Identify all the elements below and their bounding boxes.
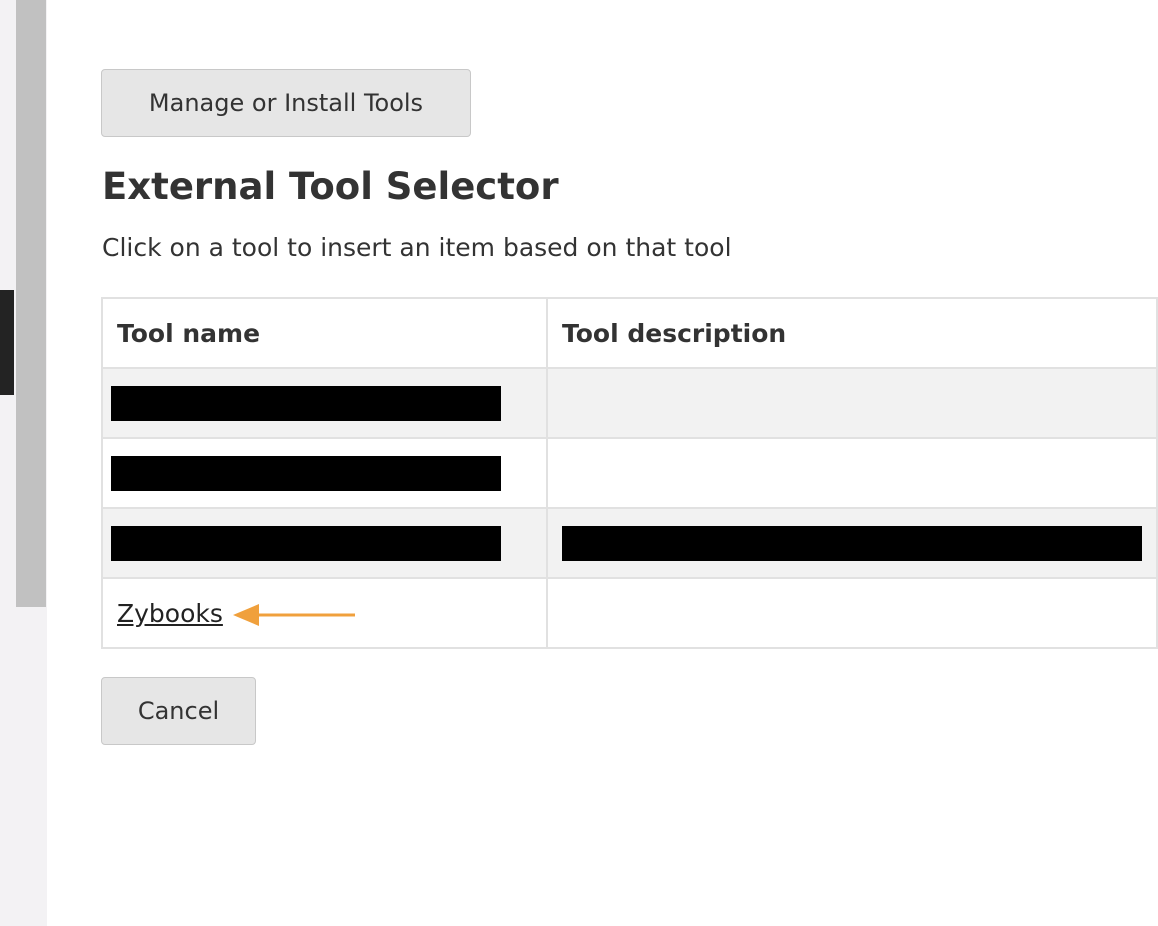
table-header-row: Tool name Tool description xyxy=(102,298,1158,369)
scrollbar[interactable] xyxy=(16,0,46,607)
table-row[interactable] xyxy=(102,438,1158,509)
tool-name-cell[interactable] xyxy=(102,438,548,509)
tool-name-cell[interactable] xyxy=(102,508,548,579)
tool-description-cell xyxy=(547,368,1158,439)
arrow-left-icon xyxy=(233,604,355,626)
tool-link-zybooks[interactable]: Zybooks xyxy=(117,599,223,628)
page-subtitle: Click on a tool to insert an item based … xyxy=(102,233,732,262)
left-dark-tab xyxy=(0,290,14,395)
header-tool-description: Tool description xyxy=(547,298,1158,369)
manage-install-tools-button[interactable]: Manage or Install Tools xyxy=(101,69,471,137)
table-row[interactable] xyxy=(102,368,1158,439)
redacted-tool-name xyxy=(111,525,501,561)
tool-table: Tool name Tool description Zybooks xyxy=(101,297,1158,649)
page: Manage or Install Tools External Tool Se… xyxy=(0,0,1158,926)
redacted-tool-name xyxy=(111,385,501,421)
arrow-head xyxy=(233,604,259,626)
tool-description-cell xyxy=(547,578,1158,648)
tool-description-cell xyxy=(547,438,1158,509)
redacted-tool-name xyxy=(111,455,501,491)
redacted-tool-description xyxy=(562,525,1142,561)
cancel-button[interactable]: Cancel xyxy=(101,677,256,745)
page-title: External Tool Selector xyxy=(102,165,559,208)
table-row[interactable] xyxy=(102,508,1158,579)
tool-description-cell xyxy=(547,508,1158,579)
header-tool-name: Tool name xyxy=(102,298,548,369)
tool-name-cell[interactable] xyxy=(102,368,548,439)
